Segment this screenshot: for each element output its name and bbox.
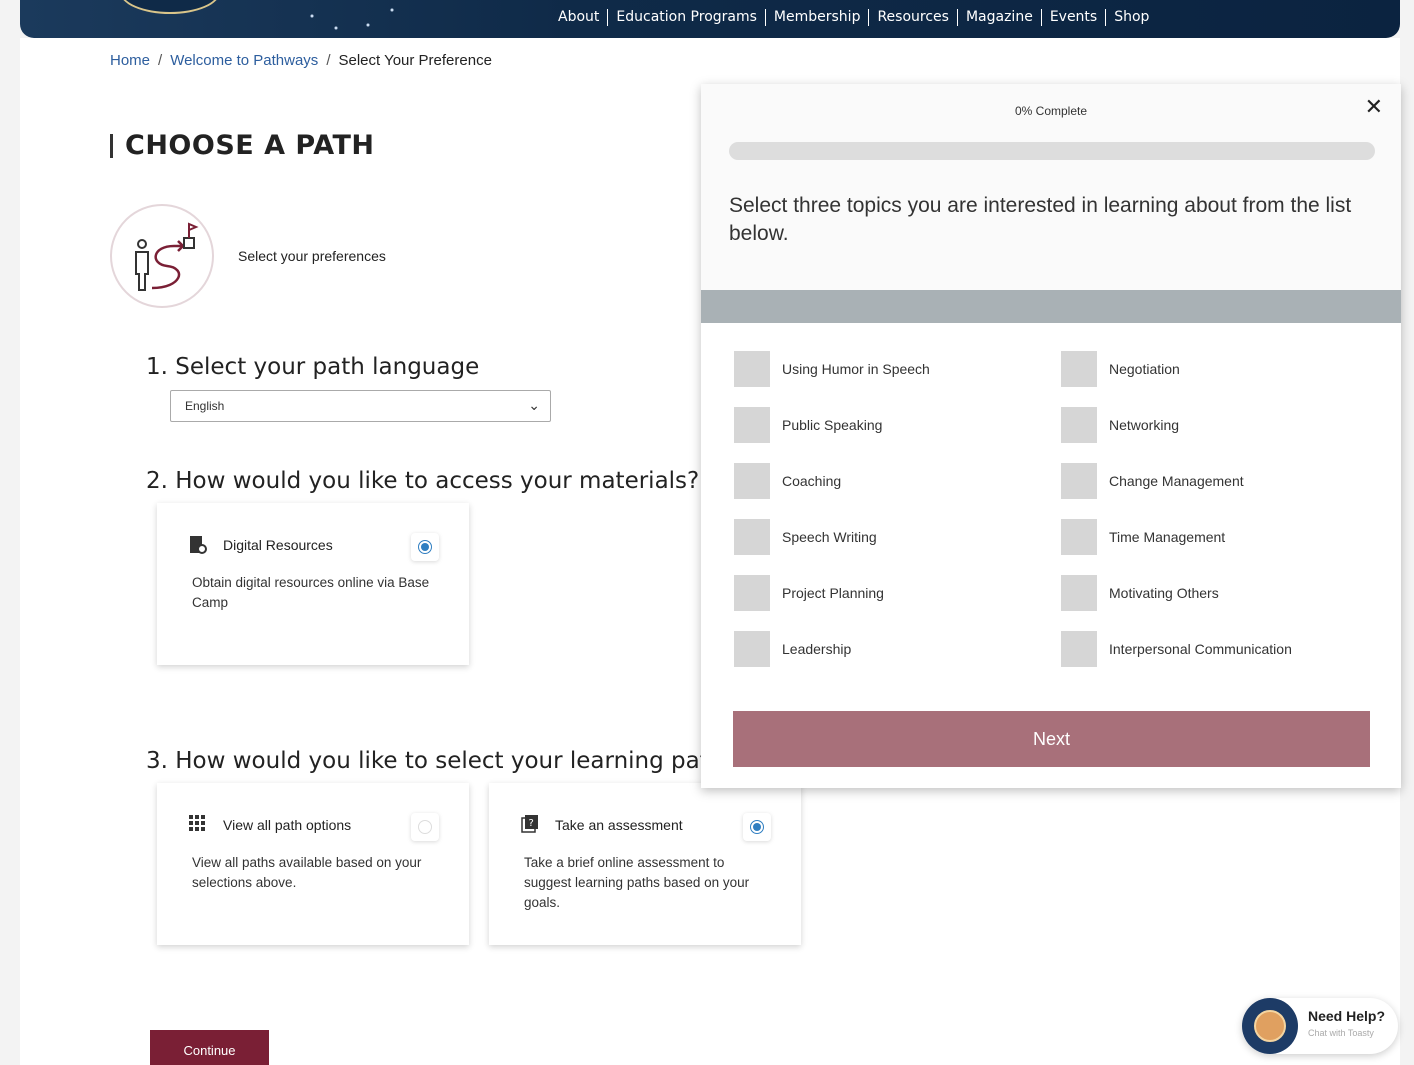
topic-checkbox[interactable] [1061, 463, 1097, 499]
topic-checkbox[interactable] [1061, 575, 1097, 611]
option-card-digital-resources[interactable]: Digital Resources Obtain digital resourc… [157, 503, 469, 665]
topic-option[interactable]: Using Humor in Speech [734, 351, 930, 387]
grid-icon [189, 815, 205, 836]
topic-selection-modal: 0% Complete ✕ Select three topics you ar… [701, 84, 1401, 788]
topic-label: Coaching [782, 473, 842, 489]
topic-label: Networking [1109, 417, 1180, 433]
path-preferences-icon [110, 204, 214, 308]
continue-button[interactable]: Continue [150, 1030, 269, 1065]
breadcrumb-home[interactable]: Home [110, 52, 150, 69]
topic-checkbox[interactable] [734, 631, 770, 667]
language-select[interactable]: English ⌄ [170, 390, 551, 422]
breadcrumb-welcome[interactable]: Welcome to Pathways [170, 52, 318, 69]
nav-membership[interactable]: Membership [766, 9, 870, 26]
radio-unselected-indicator [418, 820, 432, 834]
topic-option[interactable]: Interpersonal Communication [1061, 631, 1292, 667]
topic-label: Negotiation [1109, 361, 1180, 377]
option-card-view-all-paths[interactable]: View all path options View all paths ava… [157, 783, 469, 945]
nav-education-programs[interactable]: Education Programs [608, 9, 766, 26]
question-materials: 2. How would you like to access your mat… [146, 468, 725, 494]
starfield-decoration [280, 4, 440, 34]
topic-option[interactable]: Speech Writing [734, 519, 877, 555]
main-nav: About Education Programs Membership Reso… [550, 9, 1157, 26]
radio-view-all-paths[interactable] [411, 813, 439, 841]
question-language: 1. Select your path language [146, 354, 480, 380]
topic-checkbox[interactable] [1061, 351, 1097, 387]
topic-checkbox[interactable] [734, 407, 770, 443]
topic-checkbox[interactable] [734, 463, 770, 499]
topic-option[interactable]: Negotiation [1061, 351, 1180, 387]
title-accent-bar [110, 133, 113, 158]
option-description: View all paths available based on your s… [192, 855, 422, 890]
topic-option[interactable]: Motivating Others [1061, 575, 1219, 611]
top-navigation-bar: About Education Programs Membership Reso… [20, 0, 1400, 38]
topic-label: Public Speaking [782, 417, 883, 433]
breadcrumb-separator: / [326, 52, 331, 69]
language-selected-value: English [185, 399, 225, 413]
page-title-text: CHOOSE A PATH [125, 130, 375, 161]
topic-label: Interpersonal Communication [1109, 641, 1292, 657]
assessment-icon: ? [521, 815, 539, 838]
topic-label: Motivating Others [1109, 585, 1219, 601]
nav-events[interactable]: Events [1042, 9, 1107, 26]
modal-header: 0% Complete ✕ Select three topics you ar… [701, 84, 1401, 290]
logo[interactable] [120, 0, 220, 14]
breadcrumb-separator: / [158, 52, 163, 69]
nav-magazine[interactable]: Magazine [958, 9, 1042, 26]
topic-checkbox[interactable] [734, 575, 770, 611]
help-title: Need Help? [1308, 1008, 1386, 1024]
topic-checkbox[interactable] [1061, 407, 1097, 443]
radio-digital-resources[interactable] [411, 533, 439, 561]
modal-prompt: Select three topics you are interested i… [729, 194, 1352, 245]
option-title: View all path options [223, 817, 352, 833]
option-description: Obtain digital resources online via Base… [192, 575, 430, 610]
topic-option[interactable]: Change Management [1061, 463, 1244, 499]
topic-label: Change Management [1109, 473, 1244, 489]
radio-take-assessment[interactable] [743, 813, 771, 841]
option-card-take-assessment[interactable]: ? Take an assessment Take a brief online… [489, 783, 801, 945]
nav-resources[interactable]: Resources [869, 9, 958, 26]
question-learning-path: 3. How would you like to select your lea… [146, 748, 736, 774]
topic-option[interactable]: Time Management [1061, 519, 1225, 555]
topic-option[interactable]: Public Speaking [734, 407, 882, 443]
digital-resources-icon [189, 535, 207, 560]
progress-percentage: 0% Complete [1014, 104, 1088, 118]
help-subtitle: Chat with Toasty [1308, 1028, 1374, 1038]
need-help-chat-widget[interactable]: Need Help? Chat with Toasty [1242, 998, 1398, 1054]
nav-about[interactable]: About [550, 9, 609, 26]
page-title: CHOOSE A PATH [110, 130, 375, 161]
modal-divider-band [701, 290, 1401, 323]
breadcrumb: Home / Welcome to Pathways / Select Your… [110, 52, 492, 69]
mascot-face-icon [1254, 1010, 1286, 1042]
topic-checkbox[interactable] [734, 351, 770, 387]
topic-option[interactable]: Project Planning [734, 575, 884, 611]
topic-option[interactable]: Coaching [734, 463, 841, 499]
topic-option[interactable]: Leadership [734, 631, 851, 667]
question-materials-text: 2. How would you like to access your mat… [146, 468, 700, 494]
topic-option[interactable]: Networking [1061, 407, 1179, 443]
radio-selected-indicator [750, 820, 764, 834]
chevron-down-icon: ⌄ [528, 397, 540, 413]
topic-label: Using Humor in Speech [782, 361, 930, 377]
option-description: Take a brief online assessment to sugges… [524, 855, 750, 910]
next-button[interactable]: Next [733, 711, 1370, 767]
topic-label: Speech Writing [782, 529, 877, 545]
svg-text:?: ? [529, 818, 534, 829]
topic-label: Project Planning [782, 585, 884, 601]
close-icon[interactable]: ✕ [1365, 94, 1383, 120]
breadcrumb-current: Select Your Preference [338, 52, 492, 69]
topic-checkbox[interactable] [1061, 519, 1097, 555]
nav-shop[interactable]: Shop [1106, 9, 1157, 26]
topic-label: Leadership [782, 641, 852, 657]
chat-avatar [1242, 998, 1298, 1054]
option-title: Take an assessment [555, 817, 683, 833]
preferences-label: Select your preferences [238, 248, 386, 264]
topic-checkbox[interactable] [734, 519, 770, 555]
radio-selected-indicator [418, 540, 432, 554]
topic-checkbox[interactable] [1061, 631, 1097, 667]
topic-label: Time Management [1109, 529, 1226, 545]
progress-bar [729, 142, 1375, 160]
option-title: Digital Resources [223, 537, 333, 553]
